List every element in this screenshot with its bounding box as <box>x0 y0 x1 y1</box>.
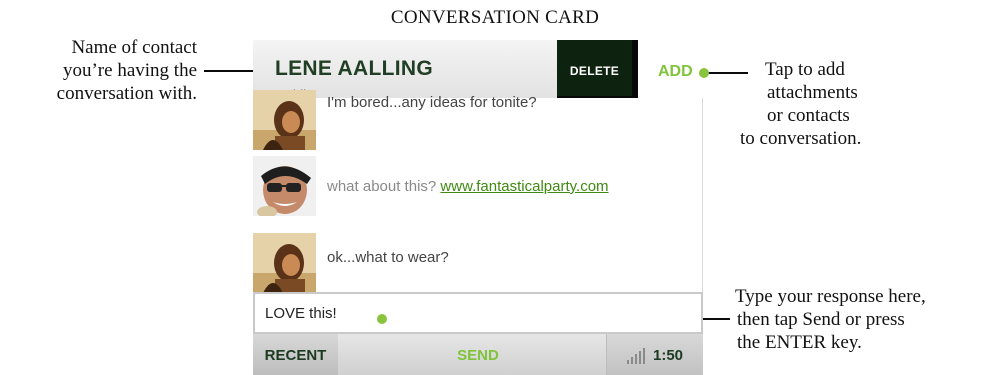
annotation-type-response: Type your response here, then tap Send o… <box>735 285 990 354</box>
message-text: I'm bored...any ideas for tonite? <box>327 94 537 111</box>
annotation-line: then tap Send or press <box>737 309 905 330</box>
reply-input[interactable]: LOVE this! <box>253 292 703 334</box>
contact-name: LENE AALLING <box>275 57 433 80</box>
card-header: LENE AALLING Mobile DELETE ADD <box>253 40 703 103</box>
annotation-line: conversation with. <box>56 83 197 104</box>
delete-button[interactable]: DELETE <box>557 40 632 96</box>
conversation-card: LENE AALLING Mobile DELETE ADD I'm bored… <box>253 40 703 375</box>
pointer-dot-add <box>699 68 709 78</box>
annotation-add: Tap to add attachments or contacts to co… <box>740 58 990 150</box>
annotation-contact-name: Name of contact you’re having the conver… <box>0 36 197 105</box>
pointer-dot-input <box>377 314 387 324</box>
annotation-line: Tap to add <box>765 59 845 80</box>
message-text: what about this? www.fantasticalparty.co… <box>327 178 609 195</box>
annotation-line: Name of contact <box>71 37 197 58</box>
avatar-man-sunglasses <box>253 156 316 216</box>
annotation-line: the ENTER key. <box>737 332 862 353</box>
card-footer: RECENT SEND 1:50 <box>253 334 703 375</box>
recent-button[interactable]: RECENT <box>253 334 338 375</box>
annotation-line: attachments <box>767 82 858 103</box>
avatar-woman <box>253 90 316 150</box>
diagram-title: CONVERSATION CARD <box>390 7 600 28</box>
signal-strength-icon <box>627 348 645 364</box>
status-area: 1:50 <box>606 334 703 375</box>
reply-input-value: LOVE this! <box>265 305 337 322</box>
message-text: ok...what to wear? <box>327 249 449 266</box>
annotation-line: Type your response here, <box>735 286 926 307</box>
clock-time: 1:50 <box>653 347 684 364</box>
annotation-line: you’re having the <box>62 60 197 81</box>
message-thread[interactable]: I'm bored...any ideas for tonite? what a… <box>253 90 703 293</box>
send-button[interactable]: SEND <box>428 334 528 375</box>
annotation-line: to conversation. <box>740 128 862 149</box>
message-link[interactable]: www.fantasticalparty.com <box>440 178 608 195</box>
avatar-woman <box>253 233 316 293</box>
add-button[interactable]: ADD <box>638 40 703 98</box>
leader-line-add <box>705 72 748 74</box>
leader-line-contact <box>204 70 253 72</box>
annotation-line: or contacts <box>767 105 850 126</box>
message-text-part: what about this? <box>327 178 441 195</box>
